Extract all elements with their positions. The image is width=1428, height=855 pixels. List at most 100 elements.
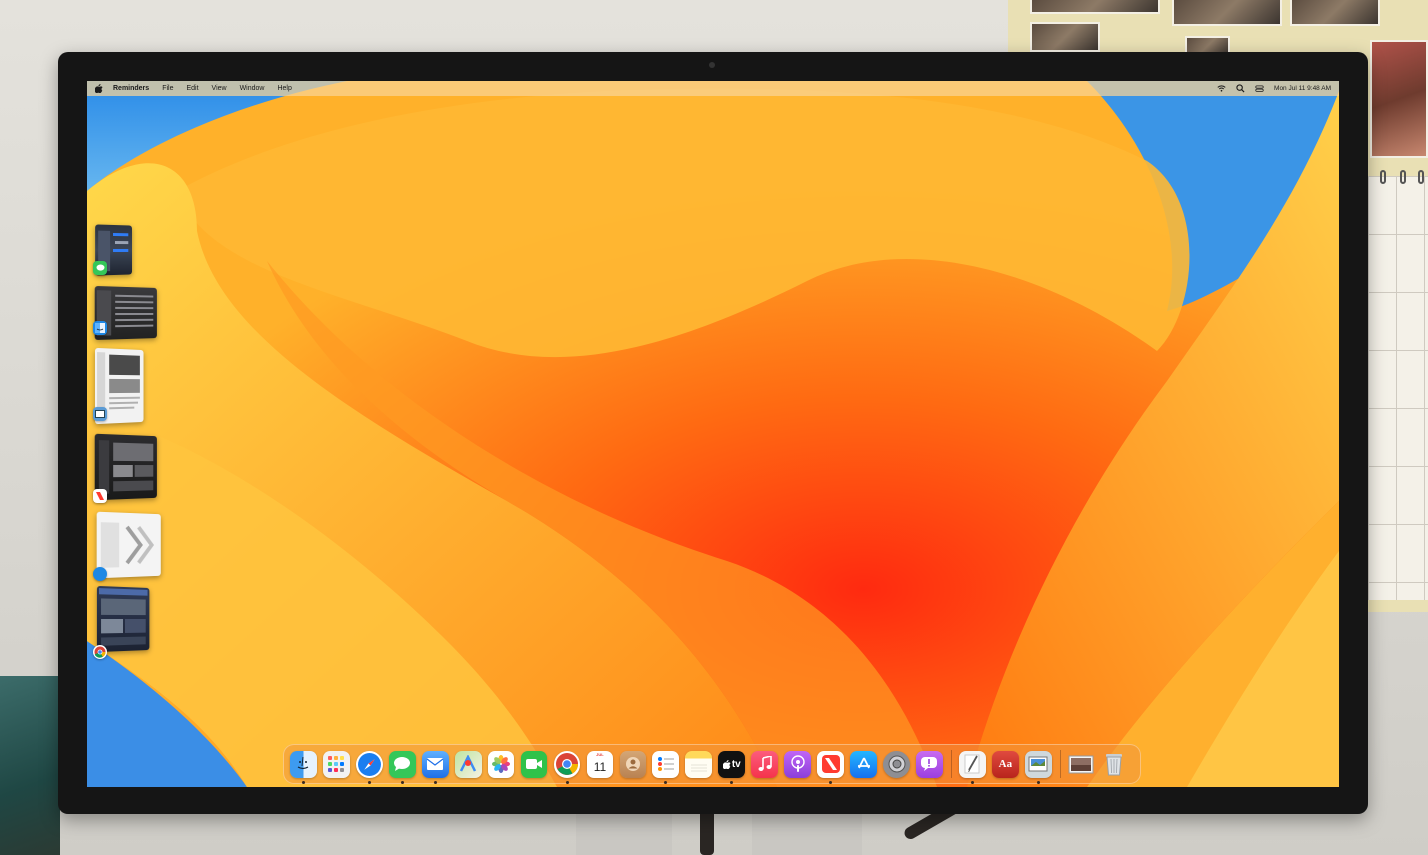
menu-view[interactable]: View bbox=[212, 85, 227, 92]
dock-safari[interactable] bbox=[355, 750, 383, 784]
chrome-icon bbox=[93, 645, 107, 659]
chrome-icon bbox=[556, 753, 578, 775]
dock-launchpad[interactable] bbox=[322, 750, 350, 778]
dock: JUL 11 tv Aa bbox=[283, 744, 1141, 784]
window-preview bbox=[100, 512, 161, 579]
dock-podcasts[interactable] bbox=[784, 750, 812, 778]
facetime-icon bbox=[526, 759, 543, 769]
dock-photos[interactable] bbox=[487, 750, 515, 778]
wall-photo bbox=[1030, 22, 1100, 52]
messages-icon bbox=[394, 757, 411, 771]
dictionary-icon: Aa bbox=[998, 758, 1013, 770]
running-indicator bbox=[302, 780, 305, 784]
dock-preview[interactable] bbox=[1024, 750, 1052, 784]
dock-tv[interactable]: tv bbox=[718, 750, 746, 784]
trash-icon bbox=[1106, 754, 1123, 776]
calendar-ring bbox=[1380, 170, 1386, 184]
launchpad-icon bbox=[328, 756, 345, 772]
dock-separator bbox=[1059, 750, 1061, 778]
preview-icon bbox=[93, 407, 107, 421]
stage-window-safari[interactable] bbox=[96, 511, 161, 579]
notes-icon bbox=[690, 764, 707, 772]
monitor-stand bbox=[576, 812, 672, 855]
contacts-icon bbox=[625, 757, 640, 771]
menu-bar-clock[interactable]: Mon Jul 11 9:48 AM bbox=[1274, 85, 1331, 92]
menu-edit[interactable]: Edit bbox=[186, 85, 198, 92]
menu-bar: Reminders File Edit View Window Help Mon… bbox=[87, 81, 1339, 96]
textedit-icon bbox=[964, 754, 980, 774]
safari-icon bbox=[357, 752, 381, 776]
running-indicator bbox=[367, 780, 371, 784]
window-preview bbox=[98, 588, 148, 646]
calendar-ring bbox=[1400, 170, 1406, 184]
calendar-month: JUL bbox=[596, 751, 604, 757]
dock-app-store[interactable] bbox=[850, 750, 877, 778]
dock-facetime[interactable] bbox=[520, 750, 548, 778]
photos-icon bbox=[492, 755, 511, 773]
messages-icon bbox=[93, 261, 107, 275]
dock-chrome[interactable] bbox=[553, 750, 581, 784]
running-indicator bbox=[433, 780, 437, 784]
dock-reminders[interactable] bbox=[652, 750, 680, 784]
running-indicator bbox=[400, 780, 404, 784]
news-icon bbox=[93, 489, 107, 503]
settings-icon bbox=[888, 755, 906, 773]
running-indicator bbox=[1036, 780, 1040, 784]
running-indicator bbox=[664, 780, 668, 784]
dock-system-settings[interactable] bbox=[883, 750, 910, 778]
app-store-icon bbox=[857, 757, 870, 769]
menu-app-name[interactable]: Reminders bbox=[113, 85, 149, 92]
reminders-icon bbox=[657, 757, 674, 771]
dock-trash[interactable] bbox=[1101, 751, 1128, 778]
control-center-icon[interactable] bbox=[1255, 84, 1264, 93]
dock-contacts[interactable] bbox=[619, 750, 647, 778]
running-indicator bbox=[829, 780, 833, 784]
wallpaper bbox=[87, 81, 1339, 787]
stage-window-chrome[interactable] bbox=[96, 585, 150, 653]
wall-photo bbox=[1172, 0, 1282, 26]
screen: Reminders File Edit View Window Help Mon… bbox=[87, 81, 1339, 787]
feedback-icon bbox=[921, 757, 938, 771]
dock-messages[interactable] bbox=[388, 750, 416, 784]
wall-photo bbox=[1030, 0, 1160, 14]
menu-help[interactable]: Help bbox=[277, 85, 291, 92]
apple-menu-icon[interactable] bbox=[95, 84, 103, 93]
safari-icon bbox=[93, 567, 107, 581]
dock-finder[interactable] bbox=[290, 750, 317, 784]
wall-calendar bbox=[1368, 176, 1428, 600]
wall-photo bbox=[1290, 0, 1380, 26]
mail-icon bbox=[426, 758, 444, 770]
menu-file[interactable]: File bbox=[162, 85, 173, 92]
dock-textedit[interactable] bbox=[959, 750, 986, 784]
preview-icon bbox=[1028, 756, 1048, 772]
calendar-day: 11 bbox=[593, 759, 607, 774]
dock-maps[interactable] bbox=[454, 750, 482, 778]
news-icon bbox=[821, 755, 840, 773]
dock-news[interactable] bbox=[817, 750, 845, 784]
dock-downloads-stack[interactable] bbox=[1068, 751, 1095, 778]
dock-feedback-assistant[interactable] bbox=[916, 750, 943, 778]
running-indicator bbox=[730, 780, 734, 784]
running-indicator bbox=[971, 780, 975, 784]
wifi-icon[interactable] bbox=[1217, 84, 1226, 93]
music-icon bbox=[758, 756, 772, 771]
camera bbox=[709, 62, 715, 68]
apple-logo-icon bbox=[722, 759, 731, 769]
podcasts-icon bbox=[790, 755, 805, 772]
monitor: Reminders File Edit View Window Help Mon… bbox=[58, 52, 1368, 814]
monitor-stand bbox=[752, 812, 862, 855]
dock-dictionary[interactable]: Aa bbox=[992, 750, 1019, 778]
wall-photo bbox=[1370, 40, 1428, 158]
dock-mail[interactable] bbox=[421, 750, 449, 784]
calendar-ring bbox=[1418, 170, 1424, 184]
book bbox=[0, 676, 60, 855]
tv-label: tv bbox=[731, 758, 741, 770]
dock-notes[interactable] bbox=[685, 750, 713, 778]
dock-calendar[interactable]: JUL 11 bbox=[586, 750, 614, 778]
photo-stack-icon bbox=[1068, 755, 1094, 774]
menu-window[interactable]: Window bbox=[240, 85, 265, 92]
search-icon[interactable] bbox=[1236, 84, 1245, 93]
dock-separator bbox=[951, 750, 953, 778]
dock-music[interactable] bbox=[751, 750, 779, 778]
maps-icon bbox=[460, 755, 477, 772]
